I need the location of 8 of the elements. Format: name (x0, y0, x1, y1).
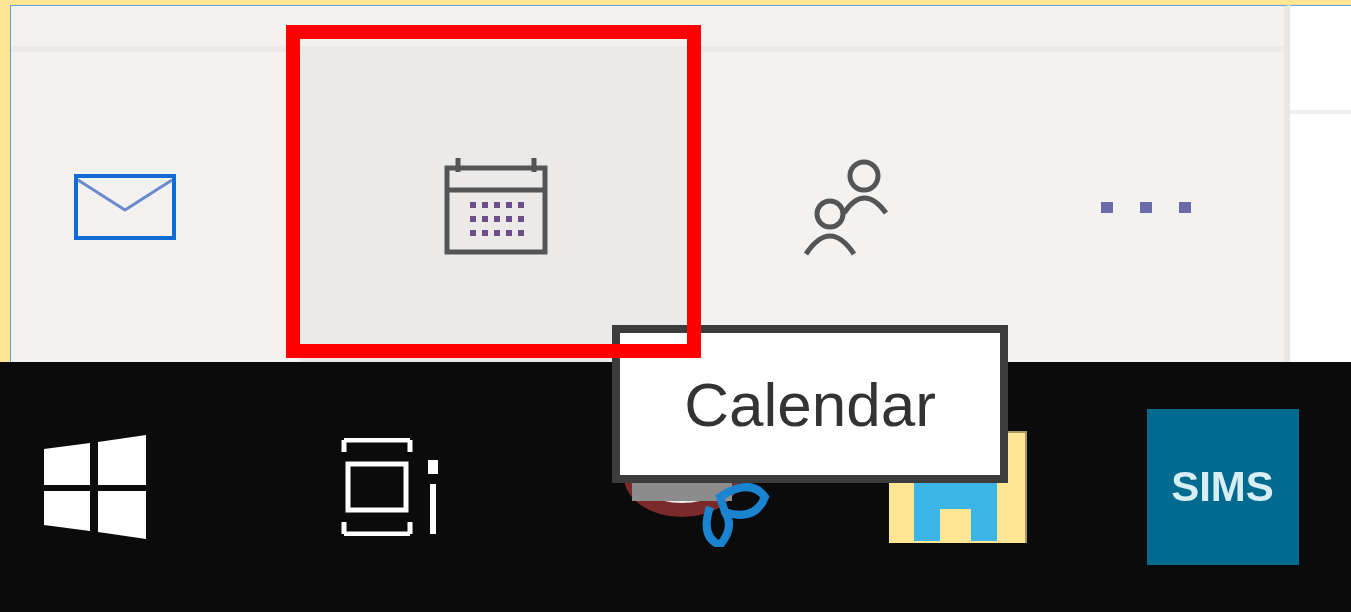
calendar-icon (444, 158, 548, 256)
windows-logo-icon (44, 435, 146, 539)
more-icon (1101, 200, 1191, 214)
task-view-icon (340, 438, 440, 536)
tooltip: Calendar (612, 325, 1008, 483)
mail-icon (74, 174, 176, 240)
taskbar-button[interactable]: SIMS (1115, 362, 1330, 612)
app-label: SIMS (1171, 463, 1274, 511)
